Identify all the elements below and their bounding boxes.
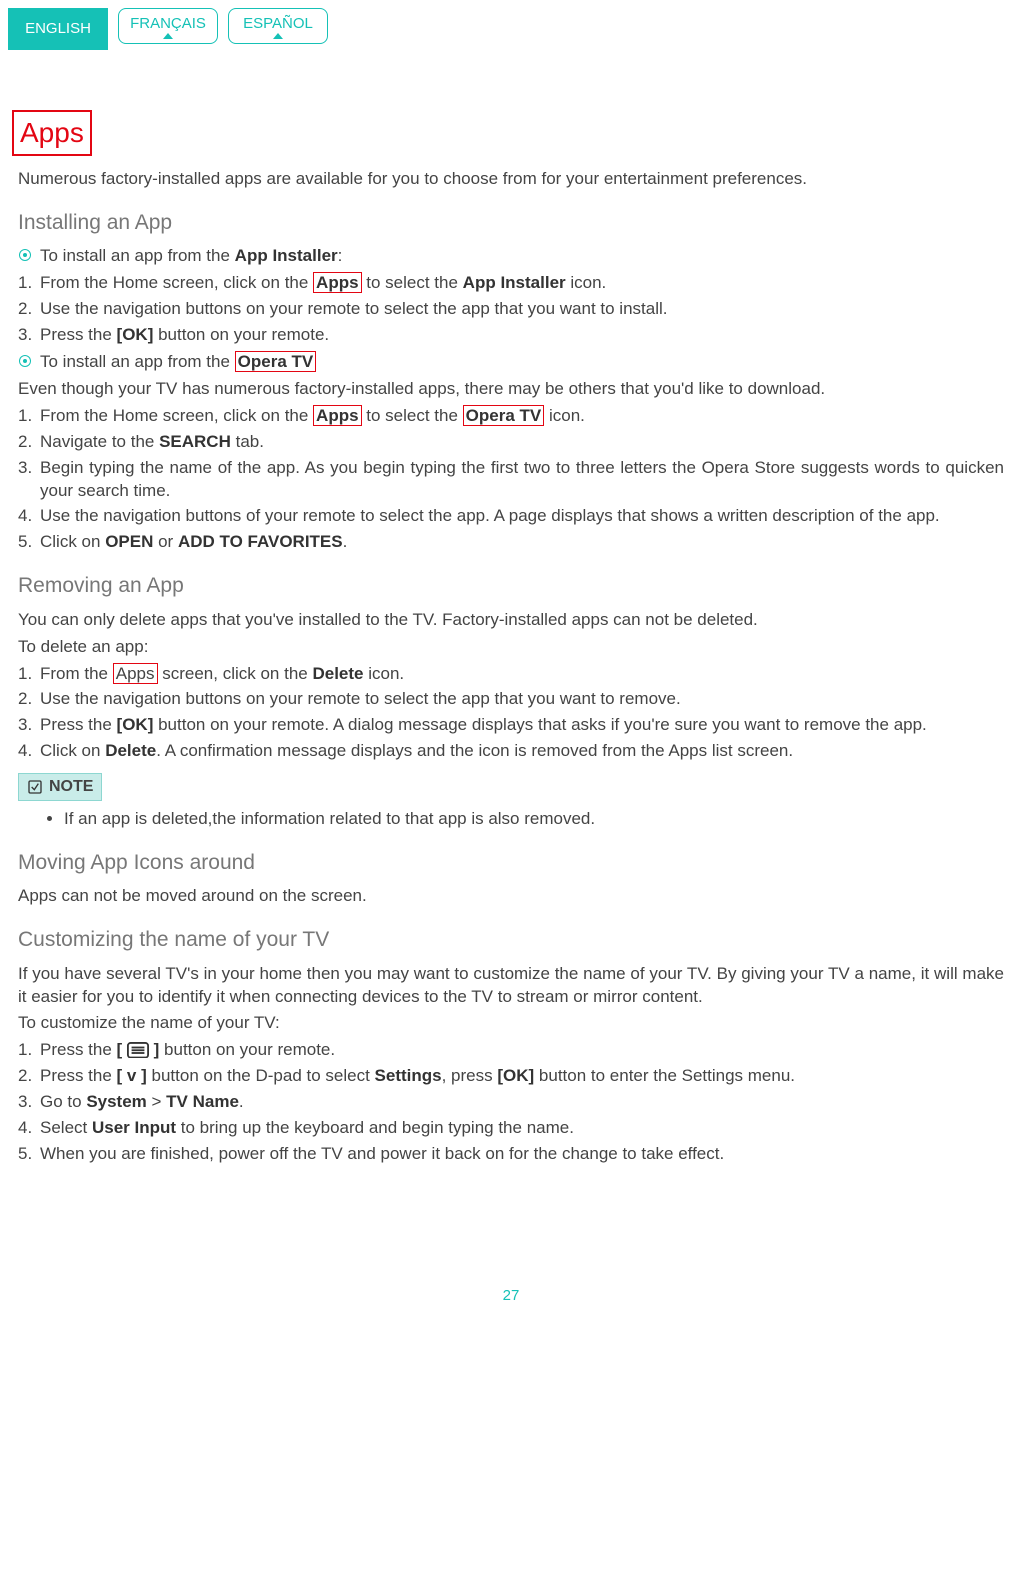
list-item: Use the navigation buttons on your remot…	[40, 688, 1004, 711]
lang-tab-francais[interactable]: FRANÇAIS	[118, 8, 218, 44]
custom-steps: Press the [ ] button on your remote. Pre…	[18, 1039, 1004, 1166]
heading-custom: Customizing the name of your TV	[18, 926, 1004, 954]
list-item: From the Home screen, click on the Apps …	[40, 272, 1004, 295]
remove-sublead: To delete an app:	[18, 636, 1004, 659]
list-item: Navigate to the SEARCH tab.	[40, 431, 1004, 454]
list-item: Select User Input to bring up the keyboa…	[40, 1117, 1004, 1140]
list-item: Click on Delete. A confirmation message …	[40, 740, 1004, 763]
list-item: When you are finished, power off the TV …	[40, 1143, 1004, 1166]
install-steps-2: From the Home screen, click on the Apps …	[18, 405, 1004, 555]
even-though-text: Even though your TV has numerous factory…	[18, 378, 1004, 401]
install-lead-1: To install an app from the App Installer…	[18, 245, 1004, 268]
lang-tab-english[interactable]: ENGLISH	[8, 8, 108, 50]
list-item: Use the navigation buttons of your remot…	[40, 505, 1004, 528]
list-item: From the Home screen, click on the Apps …	[40, 405, 1004, 428]
note-label: NOTE	[49, 776, 93, 798]
install-lead-2: To install an app from the Opera TV:	[18, 351, 1004, 374]
remove-lead: You can only delete apps that you've ins…	[18, 609, 1004, 632]
collapse-up-icon	[163, 33, 173, 39]
note-list: If an app is deleted,the information rel…	[64, 808, 1004, 831]
custom-lead: If you have several TV's in your home th…	[18, 963, 1004, 1009]
intro-text: Numerous factory-installed apps are avai…	[18, 168, 1004, 191]
note-badge: NOTE	[18, 773, 102, 801]
collapse-up-icon	[273, 33, 283, 39]
heading-removing: Removing an App	[18, 572, 1004, 600]
page-title: Apps	[12, 110, 92, 156]
lang-label: FRANÇAIS	[130, 14, 206, 34]
list-item: From the Apps screen, click on the Delet…	[40, 663, 1004, 686]
install-steps-1: From the Home screen, click on the Apps …	[18, 272, 1004, 347]
moving-text: Apps can not be moved around on the scre…	[18, 885, 1004, 908]
list-item: Press the [OK] button on your remote. A …	[40, 714, 1004, 737]
heading-installing: Installing an App	[18, 209, 1004, 237]
list-item: Press the [OK] button on your remote.	[40, 324, 1004, 347]
note-item: If an app is deleted,the information rel…	[64, 808, 1004, 831]
lang-label: ESPAÑOL	[243, 14, 313, 34]
lang-tab-espanol[interactable]: ESPAÑOL	[228, 8, 328, 44]
page-number: 27	[18, 1286, 1004, 1306]
list-item: Press the [ v ] button on the D-pad to s…	[40, 1065, 1004, 1088]
heading-moving: Moving App Icons around	[18, 849, 1004, 877]
lang-label: ENGLISH	[25, 19, 91, 39]
remove-steps: From the Apps screen, click on the Delet…	[18, 663, 1004, 764]
list-item: Go to System > TV Name.	[40, 1091, 1004, 1114]
language-tabs: ENGLISH FRANÇAIS ESPAÑOL	[8, 8, 1004, 50]
list-item: Press the [ ] button on your remote.	[40, 1039, 1004, 1062]
list-item: Use the navigation buttons on your remot…	[40, 298, 1004, 321]
note-check-icon	[27, 779, 43, 795]
remote-menu-icon	[127, 1042, 149, 1058]
list-item: Begin typing the name of the app. As you…	[40, 457, 1004, 503]
list-item: Click on OPEN or ADD TO FAVORITES.	[40, 531, 1004, 554]
custom-sublead: To customize the name of your TV:	[18, 1012, 1004, 1035]
